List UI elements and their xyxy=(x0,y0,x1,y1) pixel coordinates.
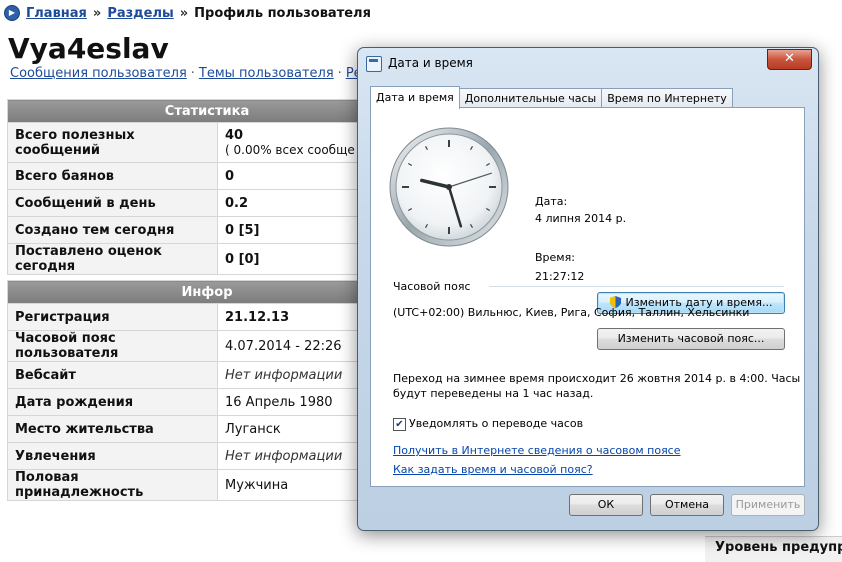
dialog-tabs: Дата и время Дополнительные часы Время п… xyxy=(370,86,733,109)
tab-additional-clocks[interactable]: Дополнительные часы xyxy=(458,88,603,108)
notify-checkbox-label[interactable]: Уведомлять о переводе часов xyxy=(409,417,583,430)
breadcrumb-current: Профиль пользователя xyxy=(194,5,371,21)
timezone-divider xyxy=(489,286,784,287)
notify-checkbox[interactable]: ✔ xyxy=(393,418,406,431)
date-label: Дата: xyxy=(535,195,568,208)
stat-label: Создано тем сегодня xyxy=(7,216,218,244)
info-label: Дата рождения xyxy=(7,388,218,416)
info-label: Половая принадлежность xyxy=(7,469,218,501)
stat-label: Всего полезных сообщений xyxy=(7,122,218,163)
breadcrumb-sections-link[interactable]: Разделы xyxy=(107,6,173,21)
info-label: Место жительства xyxy=(7,415,218,443)
timezone-value: (UTC+02:00) Вильнюс, Киев, Рига, София, … xyxy=(393,306,750,319)
tab-internet-time[interactable]: Время по Интернету xyxy=(601,88,733,108)
calendar-clock-icon xyxy=(366,56,382,72)
breadcrumb-separator: » xyxy=(179,5,189,21)
tab-panel: Дата: 4 липня 2014 р. Время: 21:27:12 Из… xyxy=(370,107,805,487)
dialog-title: Дата и время xyxy=(388,56,473,70)
time-value: 21:27:12 xyxy=(535,270,585,283)
datetime-dialog: Дата и время ✕ Дата и время Дополнительн… xyxy=(357,47,819,531)
info-header: Инфор xyxy=(7,280,407,304)
time-label: Время: xyxy=(535,251,575,264)
how-to-set-time-link[interactable]: Как задать время и часовой пояс? xyxy=(393,463,593,476)
breadcrumb: ▶ Главная » Разделы » Профиль пользовате… xyxy=(4,3,371,23)
dst-note-line2: будут переведены на 1 час назад. xyxy=(393,387,594,400)
breadcrumb-separator: » xyxy=(92,5,102,21)
breadcrumb-home-link[interactable]: Главная xyxy=(26,6,87,21)
stat-value-text: 40 xyxy=(225,128,244,143)
info-label: Регистрация xyxy=(7,303,218,331)
user-topics-link[interactable]: Темы пользователя xyxy=(199,66,334,81)
analog-clock xyxy=(389,127,509,247)
cancel-button[interactable]: Отмена xyxy=(650,494,724,516)
statistics-header: Статистика xyxy=(7,99,407,123)
tab-date-time[interactable]: Дата и время xyxy=(370,86,460,109)
profile-links: Сообщения пользователя · Темы пользователя… xyxy=(10,66,379,81)
statistics-table: Статистика Всего полезных сообщений 40( … xyxy=(7,99,407,275)
profile-username: Vya4eslav xyxy=(8,32,169,65)
ok-button[interactable]: ОК xyxy=(569,494,643,516)
stat-label: Сообщений в день xyxy=(7,189,218,217)
timezone-info-link[interactable]: Получить в Интернете сведения о часовом … xyxy=(393,444,681,457)
timezone-label: Часовой пояс xyxy=(393,280,471,293)
stat-label: Всего баянов xyxy=(7,162,218,190)
user-posts-link[interactable]: Сообщения пользователя xyxy=(10,66,187,81)
date-value: 4 липня 2014 р. xyxy=(535,212,627,225)
change-timezone-button[interactable]: Изменить часовой пояс... xyxy=(597,328,785,350)
stat-label: Поставлено оценок сегодня xyxy=(7,243,218,275)
apply-button[interactable]: Применить xyxy=(731,494,805,516)
info-table: Инфор Регистрация 21.12.13 Часовой пояс п… xyxy=(7,280,407,501)
dst-note-line1: Переход на зимнее время происходит 26 жо… xyxy=(393,372,801,385)
link-separator: · xyxy=(190,66,195,81)
close-button[interactable]: ✕ xyxy=(767,49,812,70)
warning-level-label: Уровень предупре xyxy=(705,536,842,562)
info-label: Часовой пояс пользователя xyxy=(7,330,218,362)
arrow-bullet-icon: ▶ xyxy=(4,5,20,21)
info-label: Увлечения xyxy=(7,442,218,470)
info-label: Вебсайт xyxy=(7,361,218,389)
link-separator: · xyxy=(337,66,342,81)
